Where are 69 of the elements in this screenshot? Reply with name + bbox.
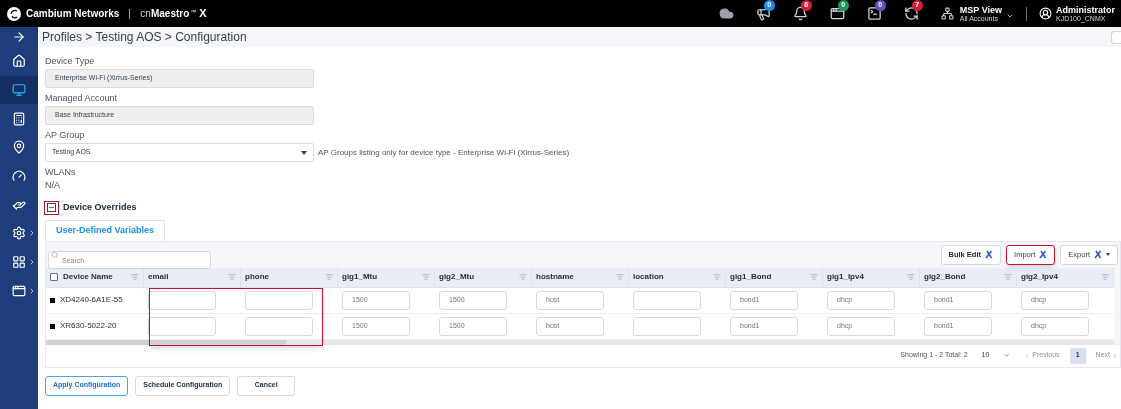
chevron-icon [28, 286, 36, 295]
refresh-icon[interactable] [903, 6, 919, 21]
spreadsheet-x-icon [1039, 250, 1048, 259]
calculator-icon [12, 111, 26, 126]
cell-input[interactable] [245, 290, 313, 310]
cell-input[interactable] [148, 316, 216, 336]
map-pin-icon [12, 140, 26, 155]
select-all-checkbox[interactable] [50, 273, 58, 281]
field-label: WLANs [45, 168, 77, 177]
column-header[interactable]: location [629, 267, 726, 287]
device-name: XR630-5022-20 [60, 320, 117, 332]
terminal-icon[interactable] [866, 6, 882, 21]
row-marker-icon [50, 323, 55, 329]
column-header[interactable]: gig2_Bond [920, 267, 1017, 287]
chevron-right-icon [1112, 352, 1118, 359]
section-title: Device Overrides [63, 200, 137, 214]
column-header[interactable]: gig2_Mtu [435, 267, 532, 287]
network-icon[interactable] [940, 7, 954, 20]
device-name: XD4240-6A1E-55 [60, 294, 123, 306]
window-icon [12, 283, 26, 298]
spreadsheet-x-icon [985, 250, 994, 259]
monitor-icon [12, 83, 26, 98]
search-icon [51, 250, 59, 259]
chevron-icon [28, 229, 36, 238]
megaphone-icon[interactable] [755, 6, 771, 21]
column-header[interactable]: gig2_Ipv4 [1017, 267, 1114, 287]
collapse-toggle[interactable] [44, 200, 59, 215]
field-note: AP Groups listing only for device type - Enterprise Wi-Fi (Xirrus-Series) [318, 146, 570, 159]
field-label: Device Type [45, 57, 96, 66]
cell-input[interactable] [633, 316, 701, 336]
cell-input[interactable] [633, 290, 701, 310]
column-header[interactable]: phone [241, 267, 338, 287]
cell-input[interactable] [245, 316, 313, 336]
product-name: cnMaestro$^{™}$ X [140, 6, 207, 22]
row-marker-icon [50, 297, 55, 303]
field-value: N/A [45, 179, 61, 192]
minus-icon [48, 204, 55, 211]
window-icon[interactable] [829, 6, 845, 21]
arrow-icon[interactable] [12, 30, 26, 44]
column-header[interactable]: gig1_Ipv4 [823, 267, 920, 287]
caret-icon[interactable] [1006, 12, 1014, 20]
caret-icon [1106, 253, 1110, 256]
caret-icon [301, 150, 307, 155]
field-label: AP Group [45, 131, 86, 140]
field-label: Managed Account [45, 94, 119, 103]
breadcrumb: Profiles > Testing AOS > Configuration [42, 29, 247, 46]
chevron-icon [1003, 352, 1011, 359]
chevron-icon [28, 258, 36, 267]
chevron-left-icon [1024, 352, 1031, 359]
view-title[interactable]: MSP View [959, 5, 1002, 15]
column-header[interactable]: hostname [532, 267, 629, 287]
settings-icon [12, 226, 26, 241]
column-header[interactable]: email [144, 267, 241, 287]
cell-input[interactable] [148, 290, 216, 310]
tab[interactable]: User-Defined Variables [45, 219, 166, 241]
bell-icon[interactable] [792, 6, 808, 21]
home-icon [12, 54, 26, 69]
gauge-icon [12, 169, 26, 184]
column-header[interactable]: gig1_Bond [726, 267, 823, 287]
spreadsheet-x-icon [1094, 250, 1102, 259]
column-header[interactable]: Device Name [46, 267, 144, 287]
scrollbar-thumb[interactable] [46, 339, 286, 345]
user-name[interactable]: Administrator [1056, 5, 1115, 15]
grid-icon [12, 255, 26, 270]
cloud-icon[interactable] [718, 6, 734, 21]
user-icon[interactable] [1039, 7, 1052, 20]
company-name: Cambium Networks [26, 7, 120, 21]
column-header[interactable]: gig1_Mtu [338, 267, 435, 287]
logo-icon [6, 5, 22, 22]
